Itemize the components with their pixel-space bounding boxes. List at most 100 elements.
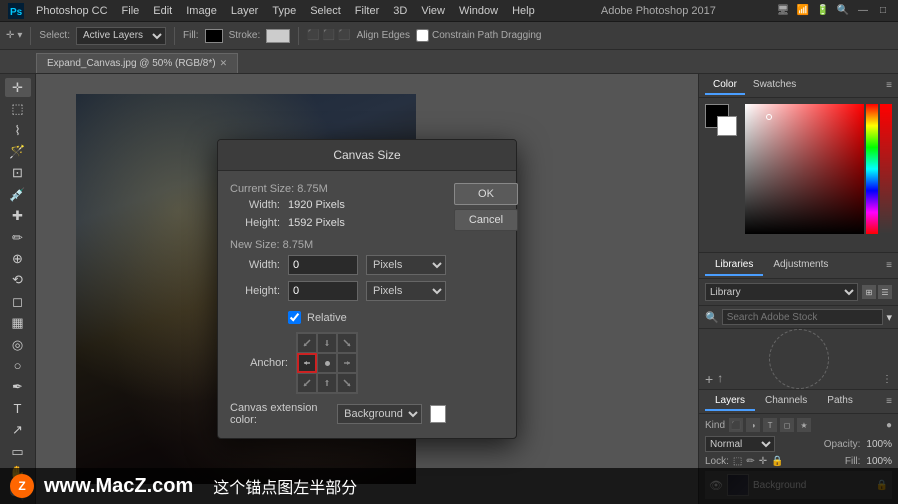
crop-tool[interactable]: ⊡ bbox=[5, 164, 31, 183]
tab-channels[interactable]: Channels bbox=[755, 392, 817, 411]
tab-close-button[interactable]: ✕ bbox=[220, 58, 228, 69]
current-size-section: Current Size: 8.75M Width: 1920 Pixels H… bbox=[230, 183, 446, 229]
tab-color[interactable]: Color bbox=[705, 76, 745, 95]
blur-tool[interactable]: ◎ bbox=[5, 335, 31, 354]
library-dropdown[interactable]: Library bbox=[705, 283, 858, 301]
magic-wand-tool[interactable]: 🪄 bbox=[5, 142, 31, 161]
clone-tool[interactable]: ⊕ bbox=[5, 249, 31, 268]
path-select-tool[interactable]: ↗ bbox=[5, 421, 31, 440]
relative-checkbox[interactable] bbox=[288, 311, 301, 324]
menu-file[interactable]: File bbox=[116, 0, 146, 22]
anchor-tc[interactable] bbox=[317, 333, 337, 353]
library-list-view[interactable]: ☰ bbox=[878, 285, 892, 299]
canvas-ext-color-swatch[interactable] bbox=[430, 405, 446, 423]
eraser-tool[interactable]: ◻ bbox=[5, 292, 31, 311]
tab-adjustments[interactable]: Adjustments bbox=[763, 255, 838, 276]
new-height-input[interactable] bbox=[288, 281, 358, 301]
anchor-bl[interactable] bbox=[297, 373, 317, 393]
tab-swatches[interactable]: Swatches bbox=[745, 76, 804, 95]
maximize-icon[interactable]: □ bbox=[876, 4, 890, 18]
anchor-mr[interactable] bbox=[337, 353, 357, 373]
libraries-menu-icon[interactable]: ≡ bbox=[886, 260, 892, 271]
relative-row: Relative bbox=[288, 311, 446, 324]
shape-tool[interactable]: ▭ bbox=[5, 442, 31, 461]
constrain-checkbox[interactable] bbox=[416, 29, 429, 42]
anchor-tl[interactable] bbox=[297, 333, 317, 353]
new-width-row: Width: Pixels Percent Inches cm bbox=[230, 255, 446, 275]
layers-panel-header: Layers Channels Paths ≡ bbox=[699, 390, 898, 414]
add-library-icon[interactable]: + bbox=[705, 371, 713, 387]
new-width-input[interactable] bbox=[288, 255, 358, 275]
filter-smart-icon[interactable]: ★ bbox=[797, 418, 811, 432]
eyedropper-tool[interactable]: 💉 bbox=[5, 185, 31, 204]
search-dropdown-icon[interactable]: ▾ bbox=[886, 311, 892, 324]
history-tool[interactable]: ⟲ bbox=[5, 271, 31, 290]
pen-tool[interactable]: ✒ bbox=[5, 378, 31, 397]
menu-edit[interactable]: Edit bbox=[147, 0, 178, 22]
menu-view[interactable]: View bbox=[415, 0, 451, 22]
document-tab[interactable]: Expand_Canvas.jpg @ 50% (RGB/8*) ✕ bbox=[36, 53, 238, 73]
layers-panel-menu-icon[interactable]: ≡ bbox=[886, 396, 892, 407]
align-icon-1[interactable]: ⬛ bbox=[307, 30, 319, 41]
menu-select[interactable]: Select bbox=[304, 0, 347, 22]
fill-swatch[interactable] bbox=[205, 29, 223, 43]
stroke-swatch[interactable] bbox=[266, 29, 290, 43]
color-panel-menu-icon[interactable]: ≡ bbox=[886, 80, 892, 91]
healing-tool[interactable]: ✚ bbox=[5, 206, 31, 225]
cancel-button[interactable]: Cancel bbox=[454, 209, 518, 231]
filter-type-icon[interactable]: T bbox=[763, 418, 777, 432]
lock-image-icon[interactable]: ✏ bbox=[746, 456, 754, 467]
tab-layers[interactable]: Layers bbox=[705, 392, 755, 411]
anchor-mc[interactable] bbox=[317, 353, 337, 373]
opacity-slider[interactable] bbox=[880, 104, 892, 234]
menu-window[interactable]: Window bbox=[453, 0, 504, 22]
menu-filter[interactable]: Filter bbox=[349, 0, 385, 22]
lock-position-icon[interactable]: ✛ bbox=[759, 456, 767, 467]
tab-libraries[interactable]: Libraries bbox=[705, 255, 763, 276]
background-swatch[interactable] bbox=[717, 116, 737, 136]
filter-adjust-icon[interactable]: ◑ bbox=[746, 418, 760, 432]
menu-layer[interactable]: Layer bbox=[225, 0, 265, 22]
anchor-bc[interactable] bbox=[317, 373, 337, 393]
ok-button[interactable]: OK bbox=[454, 183, 518, 205]
current-size-label: Current Size: 8.75M bbox=[230, 183, 446, 195]
filter-pixel-icon[interactable]: ⬛ bbox=[729, 418, 743, 432]
tab-paths[interactable]: Paths bbox=[817, 392, 863, 411]
menu-photoshop[interactable]: Photoshop CC bbox=[30, 0, 114, 22]
new-width-unit[interactable]: Pixels Percent Inches cm bbox=[366, 255, 446, 275]
menu-3d[interactable]: 3D bbox=[387, 0, 413, 22]
menu-image[interactable]: Image bbox=[180, 0, 223, 22]
new-width-label: Width: bbox=[230, 259, 280, 271]
library-search-input[interactable] bbox=[722, 309, 884, 325]
anchor-br[interactable] bbox=[337, 373, 357, 393]
lock-transparent-icon[interactable]: ⬚ bbox=[733, 456, 742, 467]
text-tool[interactable]: T bbox=[5, 399, 31, 418]
align-icon-2[interactable]: ⬛ bbox=[323, 30, 335, 41]
filter-toggle[interactable]: ● bbox=[886, 420, 892, 431]
align-icon-3[interactable]: ⬛ bbox=[338, 30, 350, 41]
dodge-tool[interactable]: ○ bbox=[5, 356, 31, 375]
brush-tool[interactable]: ✏ bbox=[5, 228, 31, 247]
menu-type[interactable]: Type bbox=[266, 0, 302, 22]
lock-all-icon[interactable]: 🔒 bbox=[771, 456, 783, 467]
move-tool[interactable]: ✛ bbox=[5, 78, 31, 97]
menu-help[interactable]: Help bbox=[506, 0, 541, 22]
blend-mode-dropdown[interactable]: Normal bbox=[705, 436, 775, 452]
anchor-ml[interactable] bbox=[297, 353, 317, 373]
library-content: + ↑ ⋮ bbox=[699, 329, 898, 389]
upload-library-icon[interactable]: ↑ bbox=[717, 371, 723, 387]
lasso-tool[interactable]: ⌇ bbox=[5, 121, 31, 140]
hue-slider[interactable] bbox=[866, 104, 878, 234]
color-gradient-picker[interactable] bbox=[745, 104, 864, 234]
filter-shape-icon[interactable]: ◻ bbox=[780, 418, 794, 432]
canvas-ext-select[interactable]: Background Foreground White Black Other bbox=[337, 404, 422, 424]
anchor-tr[interactable] bbox=[337, 333, 357, 353]
new-height-unit[interactable]: Pixels Percent Inches cm bbox=[366, 281, 446, 301]
layers-dropdown[interactable]: Active Layers bbox=[76, 27, 166, 45]
library-grid-view[interactable]: ⊞ bbox=[862, 285, 876, 299]
search-menu-icon[interactable]: 🔍 bbox=[836, 4, 850, 18]
library-options-icon[interactable]: ⋮ bbox=[882, 374, 892, 385]
minimize-icon[interactable]: — bbox=[856, 4, 870, 18]
selection-tool[interactable]: ⬚ bbox=[5, 99, 31, 118]
gradient-tool[interactable]: ▦ bbox=[5, 313, 31, 332]
